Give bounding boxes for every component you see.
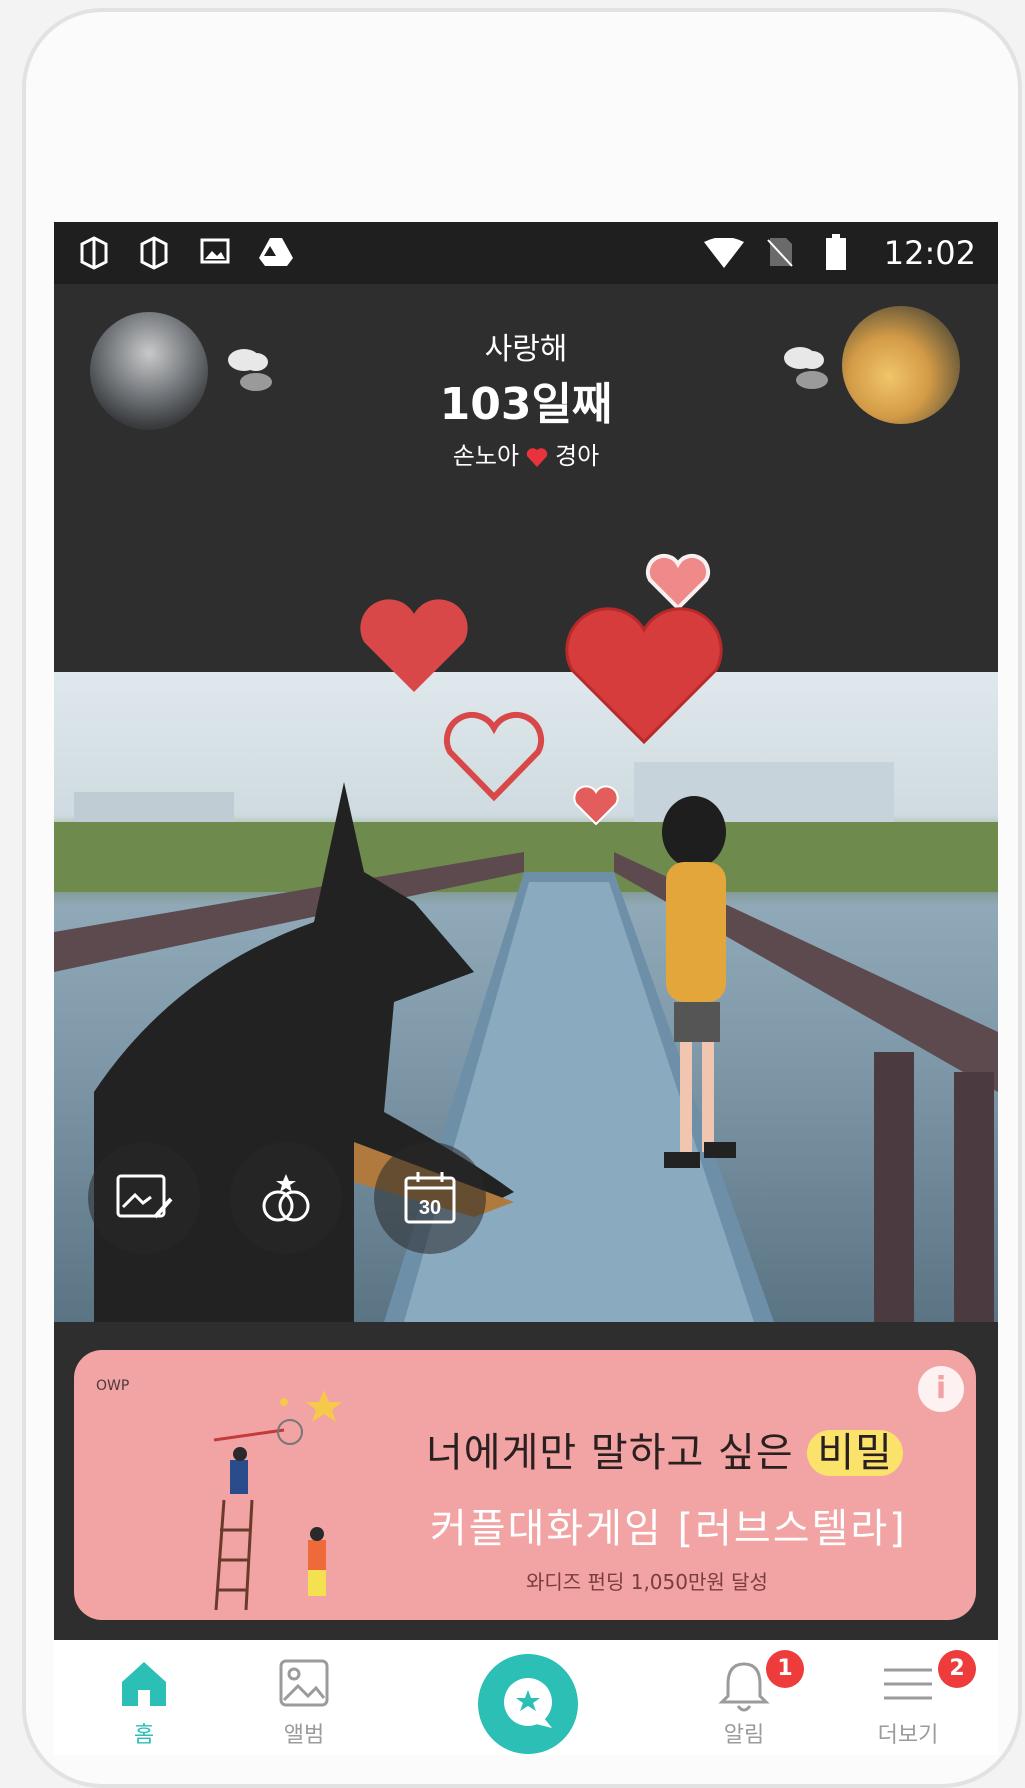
tab-label: 홈 <box>133 1723 155 1748</box>
tab-notifications[interactable]: 1 알림 <box>654 1640 834 1755</box>
edit-photo-button[interactable] <box>88 1142 200 1254</box>
calendar-day: 30 <box>419 1197 441 1219</box>
bottom-navigation: 홈 앨범 1 알림 2 더보기 <box>54 1640 998 1755</box>
tab-label: 앨범 <box>283 1723 325 1748</box>
couple-background-photo[interactable]: 30 <box>54 672 998 1322</box>
clock: 12:02 <box>883 234 976 272</box>
chat-icon <box>504 1678 552 1728</box>
couple-header: 사랑해 103일째 손노아 경아 <box>54 284 998 470</box>
anniversary-button[interactable] <box>230 1142 342 1254</box>
tab-album[interactable]: 앨범 <box>214 1640 394 1755</box>
tab-label: 알림 <box>723 1723 765 1748</box>
edit-image-icon <box>116 1174 173 1219</box>
image-notification-icon <box>200 238 230 264</box>
notification-badge: 1 <box>766 1650 804 1688</box>
tab-more[interactable]: 2 더보기 <box>818 1640 998 1755</box>
banner-caption: 와디즈 펀딩 1,050만원 달성 <box>526 1570 768 1594</box>
banner-illustration <box>213 1390 342 1610</box>
app-screen: 12:02 사랑해 103일째 손노아 경아 30 OWP i 너에게만 말하고… <box>54 222 998 1755</box>
photo-illustration <box>54 762 998 1322</box>
couple-names: 손노아 경아 <box>54 436 998 471</box>
avatar-right[interactable] <box>842 306 960 424</box>
no-sim-icon <box>767 238 793 267</box>
tab-home[interactable]: 홈 <box>54 1640 234 1755</box>
bell-icon <box>718 1662 770 1712</box>
menu-icon <box>884 1668 932 1700</box>
chat-button[interactable] <box>478 1654 578 1754</box>
album-icon <box>279 1659 329 1707</box>
name-left: 손노아 <box>452 442 520 470</box>
ad-info-button[interactable]: i <box>918 1366 964 1412</box>
calendar-button[interactable]: 30 <box>374 1142 486 1254</box>
tab-label: 더보기 <box>877 1723 939 1748</box>
battery-icon <box>826 234 846 270</box>
app-notification-icon <box>80 236 108 270</box>
name-right: 경아 <box>555 442 600 470</box>
calendar-icon: 30 <box>404 1172 456 1224</box>
wifi-icon <box>704 238 744 268</box>
heart-icon <box>526 448 548 467</box>
promo-banner[interactable]: OWP i 너에게만 말하고 싶은 비밀 커플대화게임 [러브스텔라] 와디즈 … <box>74 1350 976 1620</box>
banner-title: 커플대화게임 [러브스텔라] <box>430 1506 907 1552</box>
status-bar: 12:02 <box>54 222 998 284</box>
banner-logo: OWP <box>96 1378 130 1394</box>
cloudy-weather-icon[interactable] <box>778 340 830 394</box>
drive-icon <box>259 238 293 266</box>
banner-headline: 너에게만 말하고 싶은 비밀 <box>426 1420 903 1478</box>
home-icon <box>122 1662 166 1706</box>
app-notification-icon <box>140 236 168 270</box>
more-badge: 2 <box>938 1650 976 1688</box>
heart-icon <box>645 553 711 611</box>
rings-icon <box>262 1174 310 1222</box>
